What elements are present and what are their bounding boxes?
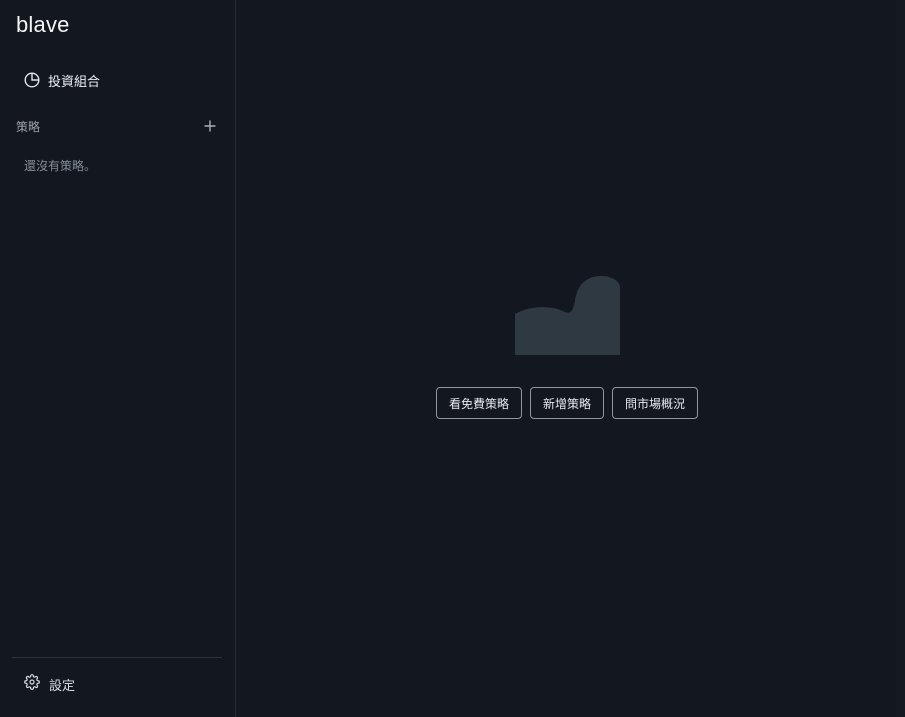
sidebar: blave 投資組合 策略 還沒有策略。 設定: [0, 0, 236, 717]
add-strategy-main-button[interactable]: 新增策略: [530, 387, 605, 419]
pie-chart-icon: [24, 72, 40, 88]
main-content: 看免費策略 新增策略 問市場概況: [237, 0, 897, 717]
strategies-section-header: 策略: [16, 116, 220, 136]
divider: [12, 657, 222, 658]
empty-state-actions: 看免費策略 新增策略 問市場概況: [436, 387, 699, 419]
sidebar-item-portfolio[interactable]: 投資組合: [16, 64, 220, 96]
strategies-title: 策略: [16, 119, 41, 134]
empty-chart-illustration: [515, 275, 620, 355]
scrollbar[interactable]: [897, 0, 905, 717]
free-strategies-button[interactable]: 看免費策略: [436, 387, 523, 419]
empty-strategies-text: 還沒有策略。: [24, 159, 97, 173]
settings-label: 設定: [49, 678, 76, 694]
logo: blave: [16, 12, 70, 37]
market-overview-button[interactable]: 問市場概況: [612, 387, 699, 419]
sidebar-item-label: 投資組合: [48, 74, 101, 90]
add-strategy-button[interactable]: [200, 116, 220, 136]
plus-icon: [204, 120, 216, 132]
app-window: blave 投資組合 策略 還沒有策略。 設定 看免費策略 新增策略 問市場概況: [0, 0, 905, 717]
settings-button[interactable]: 設定: [16, 670, 220, 698]
gear-icon: [24, 674, 40, 694]
